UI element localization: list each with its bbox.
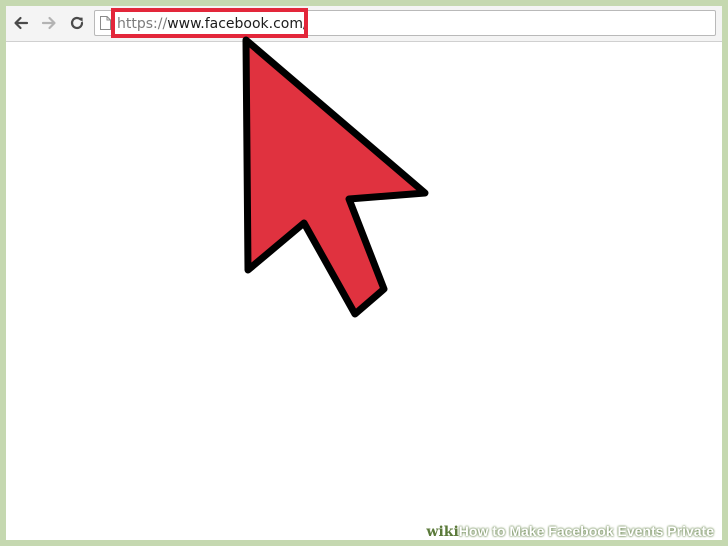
watermark-title: to Make Facebook Events Private (488, 523, 714, 539)
browser-window: https://www.facebook.com/ (6, 6, 722, 540)
browser-toolbar: https://www.facebook.com/ (6, 6, 722, 42)
arrow-left-icon (14, 16, 29, 30)
watermark-wiki: wiki (426, 524, 459, 540)
watermark: wikiHow to Make Facebook Events Private (420, 520, 722, 542)
back-button[interactable] (10, 12, 32, 34)
reload-icon (70, 16, 84, 30)
page-icon (100, 16, 111, 30)
url-highlight-box (111, 8, 308, 38)
forward-button[interactable] (38, 12, 60, 34)
address-bar[interactable]: https://www.facebook.com/ (94, 8, 716, 38)
watermark-how: How (458, 523, 489, 539)
arrow-right-icon (41, 16, 56, 30)
page-content (6, 42, 722, 540)
reload-button[interactable] (66, 12, 88, 34)
